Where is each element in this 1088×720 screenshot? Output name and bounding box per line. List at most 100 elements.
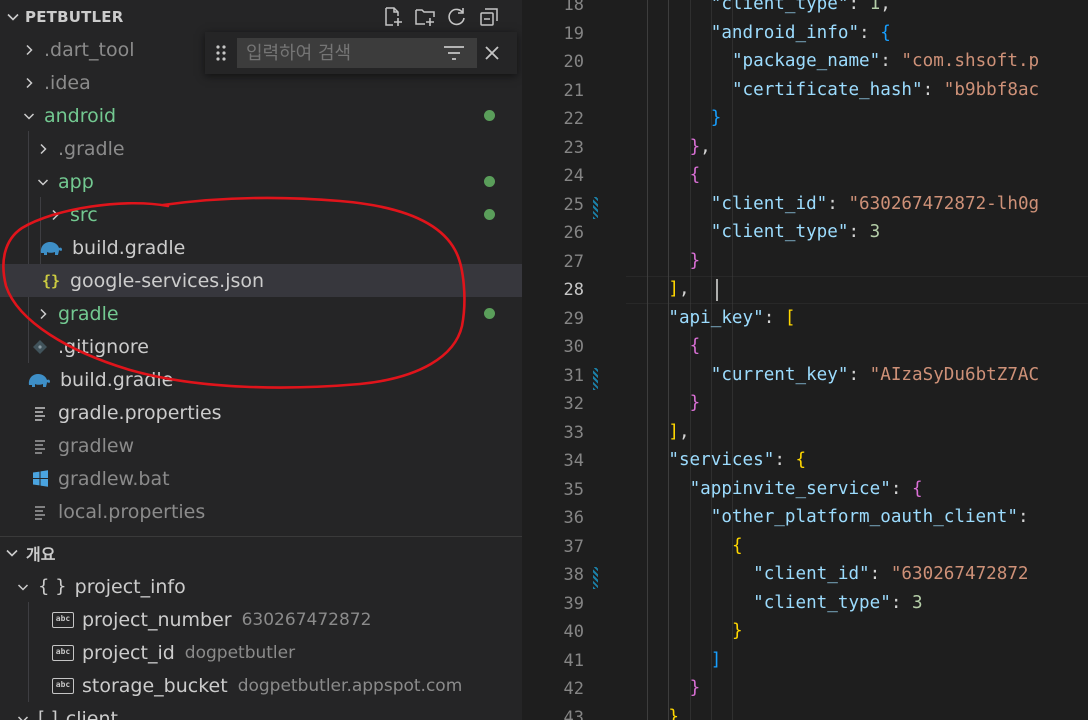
tree-item-label: .gradle — [58, 137, 125, 160]
tree-item-google-services-json[interactable]: {} google-services.json — [0, 264, 522, 297]
code-token: : — [774, 450, 796, 470]
new-file-button[interactable] — [380, 4, 406, 30]
explorer-sidebar: PETBUTLER .dart_tool .idea android .grad… — [0, 0, 522, 720]
collapse-all-button[interactable] — [476, 4, 502, 30]
code-token: "client_type" — [710, 0, 849, 14]
line-number: 35 — [563, 479, 584, 500]
code-line[interactable]: ] — [626, 650, 722, 670]
tree-item-root-build-gradle[interactable]: build.gradle — [0, 363, 522, 396]
code-token: : — [848, 222, 870, 242]
modified-line-marker[interactable] — [593, 196, 598, 219]
code-token: : — [922, 79, 944, 100]
tree-item-gradlew-bat[interactable]: gradlew.bat — [0, 462, 522, 495]
code-line[interactable]: { — [626, 336, 701, 356]
code-line[interactable]: "client_type": 1, — [626, 0, 891, 14]
tree-item-gradle[interactable]: gradle — [0, 297, 522, 330]
code-token: { — [731, 535, 743, 556]
code-token: "b9bbf8ac — [943, 79, 1040, 100]
tree-item-label: gradle.properties — [58, 401, 222, 424]
code-token: "package_name" — [731, 51, 881, 71]
code-line[interactable]: } — [626, 251, 701, 271]
code-line[interactable]: "certificate_hash": "b9bbf8ac — [626, 80, 1039, 100]
code-line[interactable]: } — [626, 707, 679, 720]
code-line[interactable]: } — [626, 678, 701, 698]
code-token: "AIzaSyDu6btZ7AC — [869, 364, 1040, 385]
code-line[interactable]: "client_id": "630267472872 — [626, 564, 1028, 584]
find-input[interactable] — [237, 38, 477, 68]
outline-item-value: 630267472872 — [241, 609, 372, 630]
outline-header[interactable]: 개요 — [0, 536, 522, 569]
code-line[interactable]: }, — [626, 137, 711, 157]
code-line[interactable]: } — [626, 108, 722, 128]
outline-item-project-id[interactable]: abc project_id dogpetbutler — [0, 636, 522, 669]
code-line[interactable]: { — [626, 165, 701, 185]
tree-item-gradle-properties[interactable]: gradle.properties — [0, 396, 522, 429]
code-token: "android_info" — [710, 22, 860, 43]
outline-item-project-info[interactable]: { } project_info — [0, 570, 522, 603]
line-number: 26 — [563, 223, 584, 243]
code-token: "other_platform_oauth_client" — [710, 507, 1018, 527]
tree-item-label: .idea — [44, 71, 91, 94]
outline-title: 개요 — [26, 545, 56, 564]
modified-line-marker[interactable] — [593, 367, 598, 390]
code-token: } — [668, 706, 679, 720]
explorer-header[interactable]: PETBUTLER — [0, 0, 522, 33]
code-token: : — [869, 564, 891, 584]
outline-item-label: project_number — [82, 608, 232, 631]
line-number: 37 — [563, 536, 584, 557]
outline-item-project-number[interactable]: abc project_number 630267472872 — [0, 603, 522, 636]
tree-item-label: gradlew — [58, 434, 135, 457]
code-line[interactable]: "services": { — [626, 450, 806, 470]
drag-handle-icon[interactable] — [215, 44, 227, 62]
code-line[interactable]: { — [626, 536, 743, 556]
line-number: 42 — [563, 679, 584, 699]
code-line[interactable]: "client_type": 3 — [626, 593, 922, 613]
tree-item-app[interactable]: app — [0, 165, 522, 198]
tree-item-android[interactable]: android — [0, 99, 522, 132]
chevron-down-icon[interactable] — [5, 9, 21, 25]
close-icon[interactable] — [481, 42, 503, 64]
tree-item-gradlew[interactable]: gradlew — [0, 429, 522, 462]
tree-item-gitignore[interactable]: .gitignore — [0, 330, 522, 363]
code-token: : — [859, 22, 881, 43]
line-number: 32 — [563, 394, 584, 414]
tree-item-local-properties[interactable]: local.properties — [0, 495, 522, 528]
object-icon: { } — [38, 576, 67, 597]
code-line[interactable]: "api_key": [ — [626, 308, 795, 328]
code-line[interactable]: "android_info": { — [626, 23, 891, 43]
code-line[interactable]: "other_platform_oauth_client": — [626, 507, 1029, 527]
code-token: : — [848, 0, 870, 14]
code-line[interactable]: "client_type": 3 — [626, 222, 880, 242]
chevron-down-icon — [23, 112, 35, 120]
filter-icon[interactable] — [442, 43, 466, 63]
tree-item-gradle-cache[interactable]: .gradle — [0, 132, 522, 165]
tree-item-src[interactable]: src — [0, 198, 522, 231]
line-number: 39 — [563, 593, 584, 614]
code-line[interactable]: "current_key": "AIzaSyDu6btZ7AC — [626, 365, 1039, 385]
modified-line-marker[interactable] — [593, 567, 598, 589]
code-token: "client_id" — [753, 564, 870, 584]
code-token: 1 — [869, 0, 881, 14]
explorer-actions — [380, 4, 502, 30]
code-line[interactable]: "client_id": "630267472872-lh0g — [626, 194, 1039, 214]
refresh-button[interactable] — [444, 4, 470, 30]
code-token: , — [700, 136, 711, 157]
code-line[interactable]: } — [626, 393, 701, 413]
code-line[interactable]: ], — [626, 279, 689, 299]
outline-item-storage-bucket[interactable]: abc storage_bucket dogpetbutler.appspot.… — [0, 669, 522, 702]
tree-item-app-build-gradle[interactable]: build.gradle — [0, 231, 522, 264]
outline-item-client[interactable]: [ ] client — [0, 702, 522, 720]
code-line[interactable]: ], — [626, 422, 689, 442]
code-line[interactable]: } — [626, 621, 743, 641]
code-line[interactable]: "package_name": "com.shsoft.p — [626, 51, 1039, 71]
line-number: 28 — [563, 280, 584, 300]
code-line[interactable]: "appinvite_service": { — [626, 479, 923, 499]
new-folder-button[interactable] — [412, 4, 438, 30]
code-editor[interactable]: 18 19 20 21 22 23 24 25 26 27 28 29 30 31 32 33 34 35 36 37… — [522, 0, 1088, 720]
